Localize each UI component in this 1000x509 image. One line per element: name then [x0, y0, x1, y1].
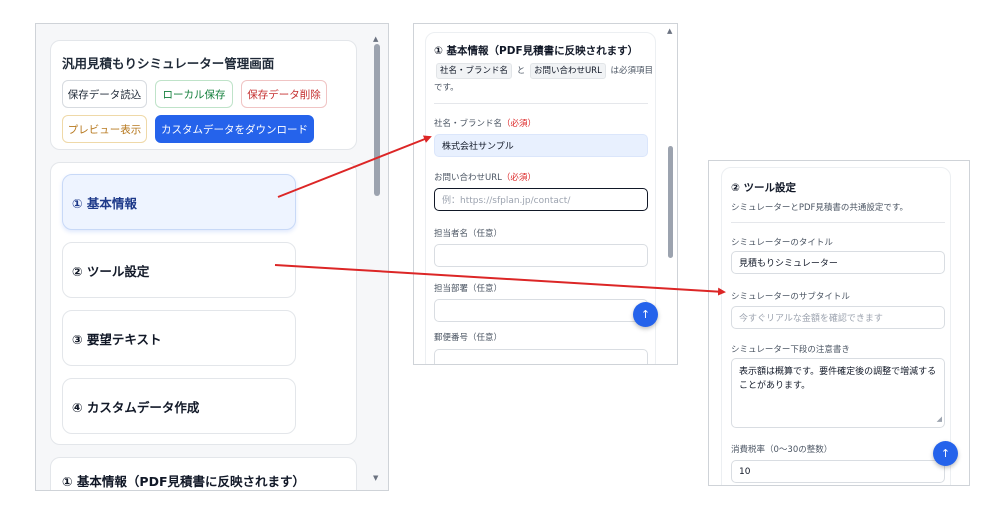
note-and: と — [516, 66, 526, 76]
simulator-title-input[interactable]: 見積もりシミュレーター — [731, 251, 945, 274]
triangle-up-icon[interactable]: ▲ — [667, 28, 672, 35]
simulator-title-label: シミュレーターのタイトル — [731, 238, 833, 248]
required-mark: （必須） — [502, 119, 537, 129]
tax-rate-label: 消費税率（0〜30の整数） — [731, 445, 833, 455]
arrow-up-icon: ↑ — [640, 308, 651, 321]
triangle-down-icon[interactable]: ▼ — [373, 475, 378, 482]
company-name-input[interactable]: 株式会社サンプル — [434, 134, 648, 157]
field-label-text: お問い合わせURL — [434, 173, 502, 183]
divider — [434, 103, 648, 104]
section-heading: ① 基本情報（PDF見積書に反映されます） — [434, 45, 639, 57]
required-mark: （必須） — [501, 173, 536, 183]
note-chip-url: お問い合わせURL — [529, 63, 606, 79]
admin-panel: 汎用見積もりシミュレーター管理画面 保存データ読込 ローカル保存 保存データ削除… — [35, 23, 389, 491]
download-custom-data-button[interactable]: カスタムデータをダウンロード — [155, 115, 314, 143]
divider — [731, 222, 945, 223]
scrollbar-thumb[interactable] — [374, 44, 380, 196]
note-chip-company: 社名・ブランド名 — [436, 63, 513, 79]
postal-code-input[interactable] — [434, 349, 648, 364]
person-name-input[interactable] — [434, 244, 648, 267]
basic-info-card: ① 基本情報（PDF見積書に反映されます） 社名・ブランド名 と お問い合わせU… — [425, 32, 656, 364]
section-heading: ② ツール設定 — [731, 182, 797, 194]
basic-info-section-card: ① 基本情報（PDF見積書に反映されます） — [50, 457, 357, 490]
scrollbar[interactable]: ▲ ▼ — [372, 36, 381, 482]
scrollbar[interactable]: ▲ — [666, 28, 675, 360]
department-label: 担当部署（任意） — [434, 284, 503, 294]
section-heading: ① 基本情報（PDF見積書に反映されます） — [62, 474, 306, 489]
field-label-text: 社名・ブランド名 — [434, 119, 503, 129]
scroll-to-top-button[interactable]: ↑ — [933, 441, 958, 466]
company-name-label: 社名・ブランド名（必須） — [434, 117, 536, 129]
person-name-label: 担当者名（任意） — [434, 229, 503, 239]
section-nav: ① 基本情報 ② ツール設定 ③ 要望テキスト ④ カスタムデータ作成 — [50, 162, 357, 445]
scrollbar-thumb[interactable] — [668, 146, 673, 258]
arrow-up-icon: ↑ — [940, 447, 951, 460]
department-input[interactable] — [434, 299, 648, 322]
tool-settings-card: ② ツール設定 シミュレーターとPDF見積書の共通設定です。 シミュレーターのタ… — [721, 167, 951, 485]
scroll-to-top-button[interactable]: ↑ — [633, 302, 658, 327]
section-subtitle: シミュレーターとPDF見積書の共通設定です。 — [731, 203, 909, 213]
simulator-subtitle-input[interactable]: 今すぐリアルな金額を確認できます — [731, 306, 945, 329]
simulator-subtitle-label: シミュレーターのサブタイトル — [731, 292, 850, 302]
textarea-value: 表示額は概算です。要件確定後の調整で増減することがあります。 — [739, 367, 937, 391]
basic-info-panel: ① 基本情報（PDF見積書に反映されます） 社名・ブランド名 と お問い合わせU… — [413, 23, 678, 365]
delete-saved-data-button[interactable]: 保存データ削除 — [241, 80, 327, 108]
page-title: 汎用見積もりシミュレーター管理画面 — [62, 56, 275, 71]
postal-code-label: 郵便番号（任意） — [434, 333, 503, 343]
required-note: 社名・ブランド名 と お問い合わせURL は必須項目です。 — [434, 63, 654, 97]
contact-url-input[interactable]: 例：https://sfplan.jp/contact/ — [434, 188, 648, 211]
nav-item-request-text[interactable]: ③ 要望テキスト — [62, 310, 296, 366]
resize-grip-icon[interactable]: ◢ — [937, 412, 942, 426]
input-placeholder: 今すぐリアルな金額を確認できます — [739, 314, 883, 324]
tax-rate-input[interactable]: 10 — [731, 460, 945, 483]
tool-settings-panel: ② ツール設定 シミュレーターとPDF見積書の共通設定です。 シミュレーターのタ… — [708, 160, 970, 486]
simulator-note-textarea[interactable]: 表示額は概算です。要件確定後の調整で増減することがあります。 ◢ — [731, 358, 945, 428]
input-placeholder: 例：https://sfplan.jp/contact/ — [442, 196, 571, 206]
load-saved-data-button[interactable]: 保存データ読込 — [62, 80, 147, 108]
nav-item-custom-data[interactable]: ④ カスタムデータ作成 — [62, 378, 296, 434]
preview-button[interactable]: プレビュー表示 — [62, 115, 147, 143]
contact-url-label: お問い合わせURL（必須） — [434, 171, 536, 183]
simulator-note-label: シミュレーター下段の注意書き — [731, 345, 850, 355]
triangle-up-icon[interactable]: ▲ — [373, 36, 378, 43]
admin-toolbar-card: 汎用見積もりシミュレーター管理画面 保存データ読込 ローカル保存 保存データ削除… — [50, 40, 357, 150]
nav-item-tool-settings[interactable]: ② ツール設定 — [62, 242, 296, 298]
local-save-button[interactable]: ローカル保存 — [155, 80, 233, 108]
nav-item-basic-info[interactable]: ① 基本情報 — [62, 174, 296, 230]
